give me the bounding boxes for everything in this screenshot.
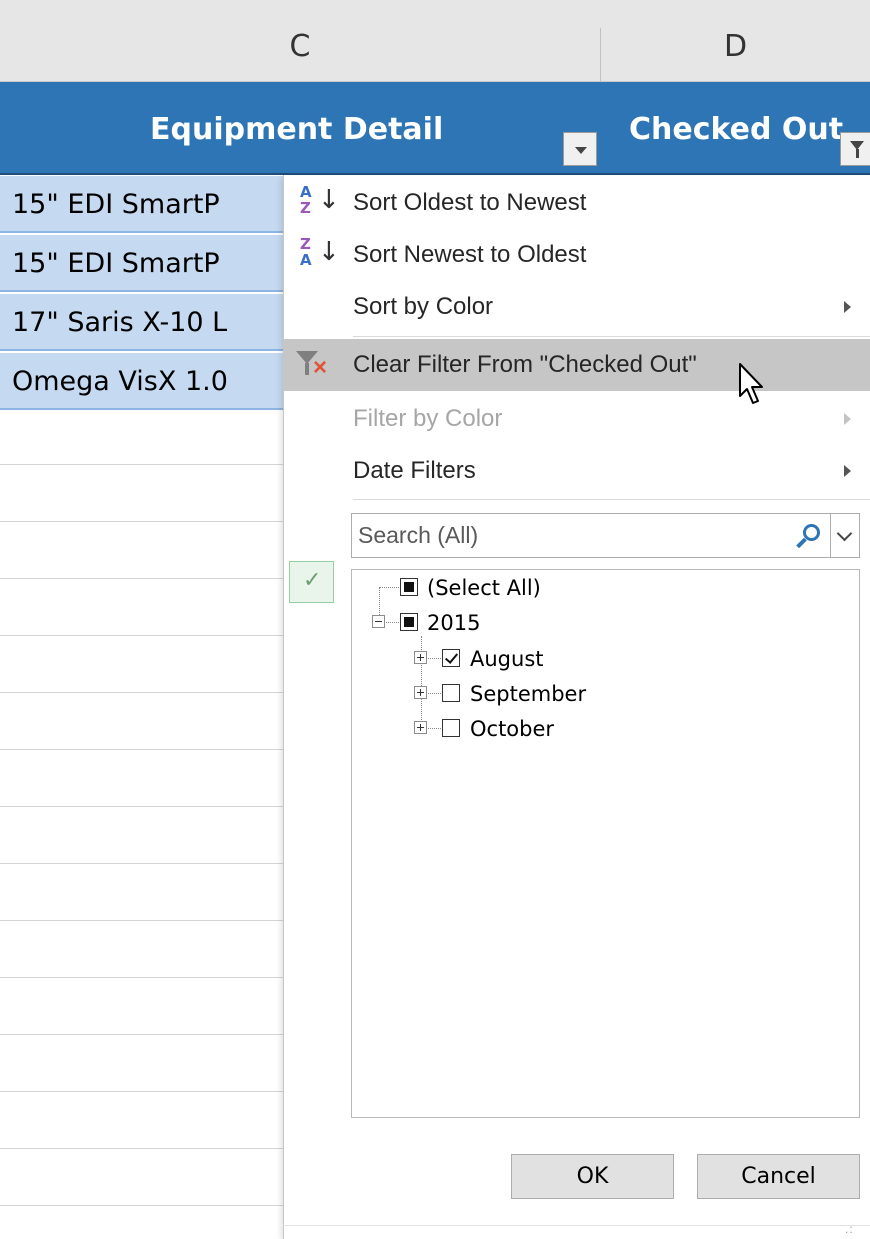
cell-equipment: Omega VisX 1.0 — [12, 366, 228, 397]
search-icon[interactable] — [794, 522, 824, 552]
select-all-checkbox[interactable] — [400, 578, 418, 596]
menu-item-sort-by-color[interactable]: Sort by Color — [284, 281, 870, 333]
menu-label: Filter by Color — [353, 405, 503, 432]
table-row[interactable]: Omega VisX 1.0 — [0, 353, 290, 410]
grid-line — [0, 464, 290, 465]
mouse-pointer-icon — [739, 363, 763, 404]
sort-descending-icon: Z A ↓ — [300, 235, 340, 269]
grid-line — [0, 1148, 290, 1149]
menu-item-date-filters[interactable]: Date Filters — [284, 445, 870, 497]
grid-line — [0, 692, 290, 693]
menu-item-filter-by-color: Filter by Color — [284, 393, 870, 445]
filter-applied-indicator: ✓ — [289, 561, 334, 603]
menu-item-sort-newest[interactable]: Z A ↓ Sort Newest to Oldest — [284, 229, 870, 281]
cell-equipment: 15" EDI SmartP — [12, 248, 220, 279]
expand-october-icon[interactable] — [414, 721, 427, 734]
year-2015-checkbox[interactable] — [400, 613, 418, 631]
september-checkbox[interactable] — [442, 684, 460, 702]
submenu-arrow-icon — [844, 413, 851, 425]
header-checked-out[interactable]: Checked Out — [629, 82, 843, 175]
grid-line — [0, 806, 290, 807]
submenu-arrow-icon — [844, 301, 851, 313]
grid-line — [0, 521, 290, 522]
menu-separator — [353, 336, 870, 337]
ok-button[interactable]: OK — [511, 1154, 674, 1199]
menu-label: Clear Filter From "Checked Out" — [353, 351, 697, 378]
checked-out-filter-button[interactable] — [840, 132, 870, 166]
expand-august-icon[interactable] — [414, 651, 427, 664]
menu-label: Sort Oldest to Newest — [353, 189, 587, 216]
dropdown-arrow-icon — [575, 147, 587, 154]
column-headers: C D — [0, 0, 870, 82]
table-row[interactable]: 15" EDI SmartP — [0, 176, 290, 233]
menu-label: Sort by Color — [353, 293, 494, 320]
submenu-arrow-icon — [844, 465, 851, 477]
sort-ascending-icon: A Z ↓ — [300, 183, 340, 217]
grid-line — [0, 1034, 290, 1035]
filter-search-box — [351, 513, 860, 558]
grid-line — [0, 749, 290, 750]
table-row[interactable]: 17" Saris X-10 L — [0, 294, 290, 351]
cancel-button[interactable]: Cancel — [697, 1154, 860, 1199]
grid-line — [0, 863, 290, 864]
column-header-c[interactable]: C — [0, 0, 600, 82]
grid-line — [0, 1205, 290, 1206]
grid-line — [0, 578, 290, 579]
search-input[interactable] — [352, 514, 782, 557]
chevron-down-icon — [836, 525, 853, 542]
header-equipment-detail[interactable]: Equipment Detail — [150, 82, 443, 175]
table-row[interactable]: 15" EDI SmartP — [0, 235, 290, 292]
clear-filter-icon: × — [296, 349, 332, 383]
october-label[interactable]: October — [470, 717, 554, 741]
checkmark-icon: ✓ — [303, 568, 322, 593]
august-label[interactable]: August — [470, 647, 544, 671]
menu-label: Date Filters — [353, 457, 476, 484]
year-2015-label[interactable]: 2015 — [427, 611, 480, 635]
equipment-filter-dropdown-button[interactable] — [563, 132, 597, 166]
menu-label: Sort Newest to Oldest — [353, 241, 587, 268]
resize-grip-icon[interactable]: .: — [845, 1222, 865, 1236]
grid-line — [0, 1091, 290, 1092]
october-checkbox[interactable] — [442, 719, 460, 737]
menu-separator — [353, 499, 870, 500]
table-header-row: Equipment Detail Checked Out — [0, 82, 870, 175]
menu-item-sort-oldest[interactable]: A Z ↓ Sort Oldest to Newest — [284, 177, 870, 229]
grid-line — [0, 977, 290, 978]
september-label[interactable]: September — [470, 682, 586, 706]
menu-item-clear-filter[interactable]: × Clear Filter From "Checked Out" — [284, 339, 870, 391]
august-checkbox[interactable] — [442, 649, 460, 667]
cell-equipment: 15" EDI SmartP — [12, 189, 220, 220]
column-header-d[interactable]: D — [601, 0, 870, 82]
search-dropdown-button[interactable] — [830, 514, 859, 557]
expand-september-icon[interactable] — [414, 686, 427, 699]
select-all-label[interactable]: (Select All) — [427, 576, 541, 600]
filter-value-tree: (Select All) 2015 August September Octob… — [351, 569, 860, 1118]
grid-line — [0, 920, 290, 921]
collapse-2015-icon[interactable] — [372, 615, 385, 628]
menu-bottom-edge — [283, 1225, 870, 1226]
cell-equipment: 17" Saris X-10 L — [12, 307, 228, 338]
grid-line — [0, 635, 290, 636]
